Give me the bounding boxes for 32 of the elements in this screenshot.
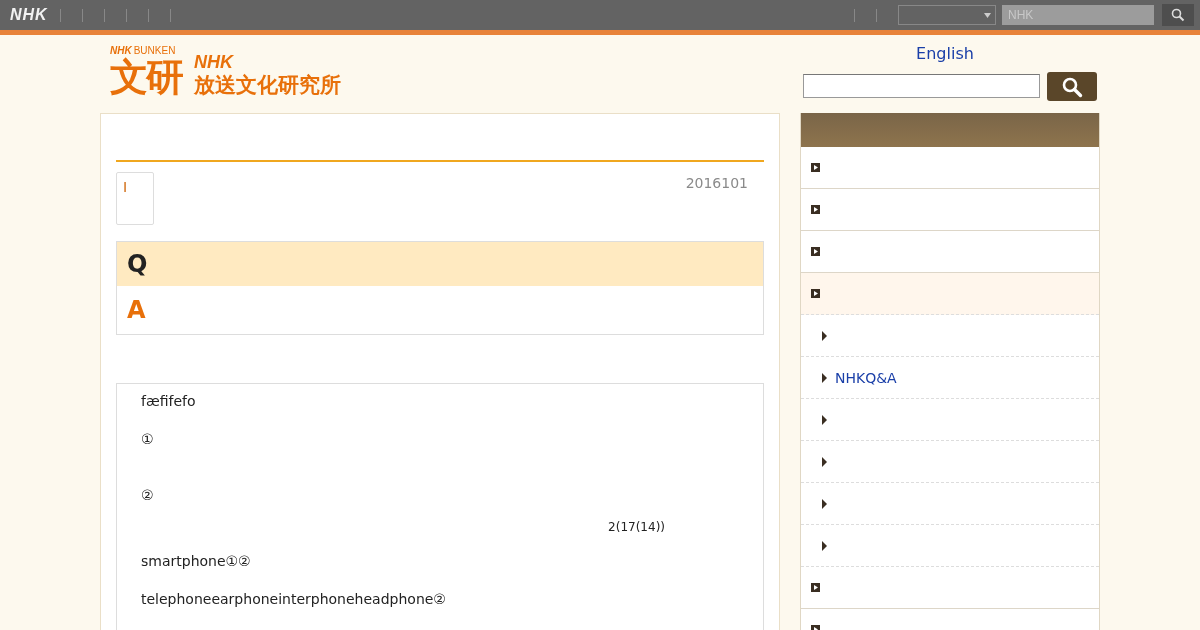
bullet-icon — [811, 163, 820, 172]
triangle-icon — [822, 540, 827, 551]
triangle-icon — [822, 414, 827, 425]
article-date: 2016101 — [685, 175, 748, 193]
triangle-icon — [822, 372, 827, 383]
question-label: Q — [127, 250, 148, 278]
bullet-icon — [811, 205, 820, 214]
footnote: 2(17(14)) — [607, 520, 665, 534]
bullet-icon — [811, 583, 820, 592]
answer-label: A — [127, 296, 146, 324]
paragraph: telephoneearphoneinterphoneheadphone② — [141, 590, 447, 608]
search-button[interactable] — [1047, 72, 1097, 101]
caret-icon — [984, 12, 991, 18]
triangle-icon — [822, 330, 827, 341]
nhk-logo[interactable]: NHK — [10, 6, 48, 24]
triangle-icon — [822, 456, 827, 467]
category-badge: I — [116, 172, 154, 225]
triangle-icon — [822, 498, 827, 509]
sidebar-subitem[interactable]: NHKQ&A — [801, 357, 1099, 399]
search-field[interactable] — [803, 74, 1040, 98]
paragraph: fæfifefo — [141, 392, 197, 410]
search-button[interactable] — [1162, 4, 1194, 26]
paragraph: ① — [141, 430, 155, 448]
dropdown[interactable] — [898, 5, 996, 25]
sidebar-item[interactable] — [801, 273, 1099, 315]
bullet-icon — [811, 289, 820, 298]
search-icon — [1171, 8, 1185, 22]
paragraph: smartphone①② — [141, 552, 252, 570]
bullet-icon — [811, 247, 820, 256]
paragraph: ② — [141, 486, 155, 504]
language-link[interactable]: English — [916, 43, 974, 65]
search-icon — [1061, 75, 1083, 98]
